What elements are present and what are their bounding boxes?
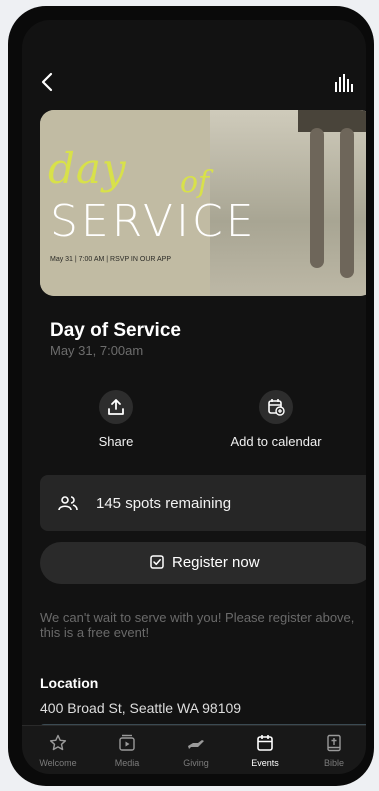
register-now-button[interactable]: Register now [40,542,366,584]
add-to-calendar-label: Add to calendar [230,434,322,449]
tab-welcome[interactable]: Welcome [24,734,92,768]
chevron-left-icon[interactable] [36,70,60,94]
share-button[interactable]: Share [56,390,176,449]
event-date: May 31, 7:00am [50,343,144,358]
media-icon [119,734,135,751]
bar-chart-icon[interactable] [334,74,354,92]
app-screen: day of SERVICE May 31 | 7:00 AM | RSVP I… [22,20,366,774]
spots-remaining-text: 145 spots remaining [96,495,232,512]
spots-remaining-card: 145 spots remaining [40,475,366,531]
event-hero-image: day of SERVICE May 31 | 7:00 AM | RSVP I… [40,110,366,296]
tab-giving[interactable]: Giving [162,734,230,768]
register-now-label: Register now [172,554,260,571]
bible-icon [327,734,341,752]
event-description: We can't wait to serve with you! Please … [40,610,355,640]
tab-media[interactable]: Media [93,734,161,768]
checkbox-icon [150,555,164,569]
location-heading: Location [40,675,99,691]
star-icon [49,734,67,751]
hero-main-word: SERVICE [50,196,257,247]
phone-frame: day of SERVICE May 31 | 7:00 AM | RSVP I… [8,6,374,786]
giving-icon [188,740,204,749]
event-title: Day of Service [50,320,181,341]
tab-bible[interactable]: Bible [300,734,366,768]
share-label: Share [98,434,134,449]
bottom-tab-bar: Welcome Media Giving Events Bible [22,725,366,774]
events-icon [257,735,273,751]
calendar-add-icon [268,399,285,416]
location-address[interactable]: 400 Broad St, Seattle WA 98109 [40,700,241,716]
hero-subline: May 31 | 7:00 AM | RSVP IN OUR APP [50,256,171,263]
add-to-calendar-button[interactable]: Add to calendar [216,390,336,449]
top-bar [22,70,366,100]
share-icon [108,399,124,415]
hero-script-day: day [48,144,127,193]
tab-events[interactable]: Events [231,734,299,768]
people-icon [58,496,78,511]
hero-script-of: of [180,165,210,200]
